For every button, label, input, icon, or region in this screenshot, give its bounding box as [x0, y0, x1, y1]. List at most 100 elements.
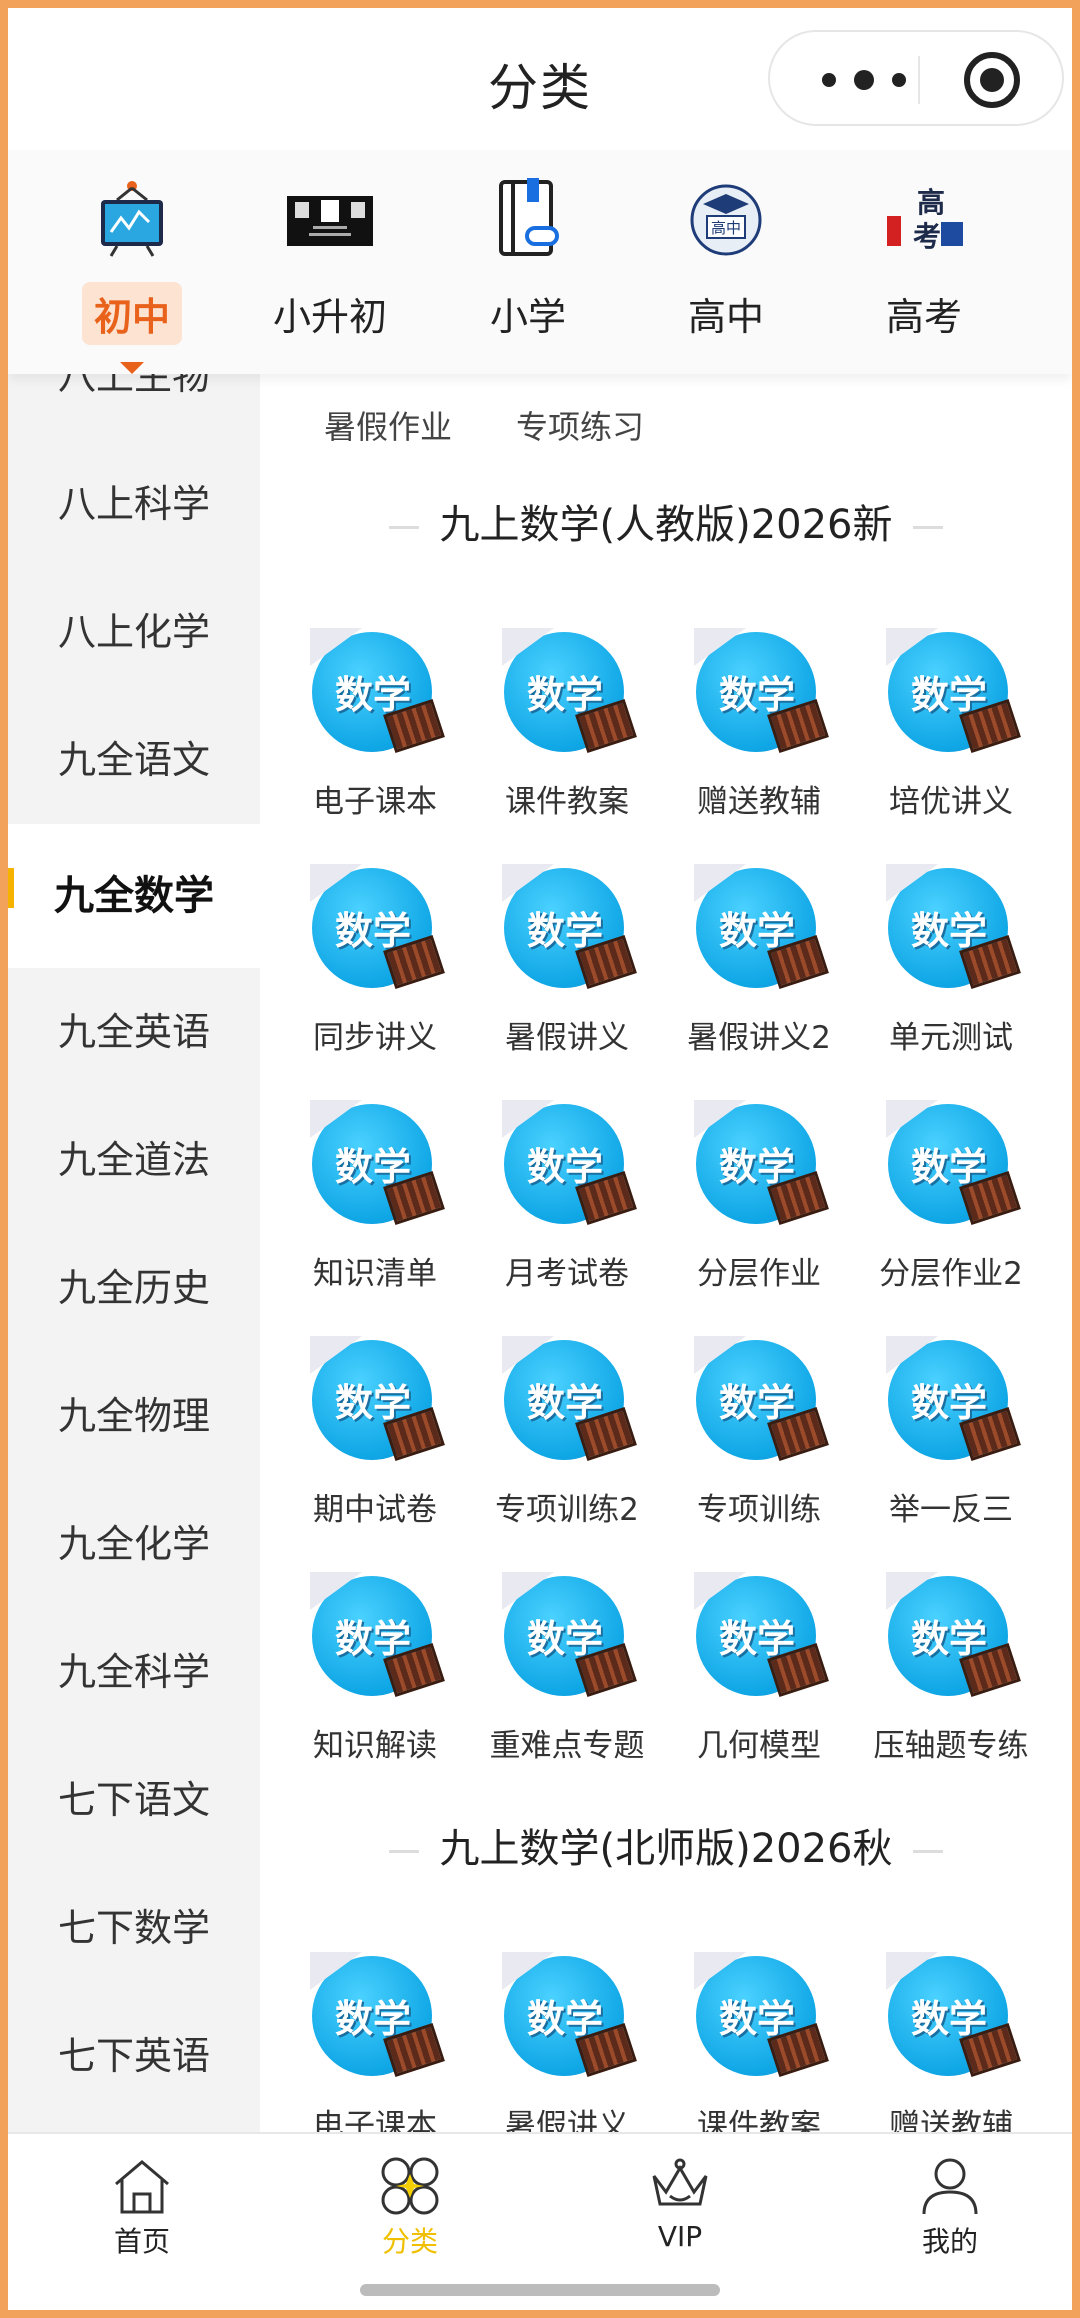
resource-tile[interactable]: 数学 单元测试	[856, 862, 1046, 1062]
resource-tile[interactable]: 数学 课件教案	[664, 1950, 854, 2132]
math-subject-icon: 数学	[308, 626, 445, 760]
resource-tile[interactable]: 数学 分层作业	[664, 1098, 854, 1298]
resource-tile-label: 专项训练2	[495, 1492, 639, 1528]
capsule-divider	[918, 56, 920, 104]
top-category-label: 高考	[885, 295, 962, 339]
top-category-label: 小升初	[272, 295, 387, 339]
math-subject-icon: 数学	[500, 862, 637, 996]
resource-tile-label: 几何模型	[697, 1728, 821, 1764]
title-divider	[389, 1849, 420, 1853]
math-subject-icon: 数学	[692, 1950, 829, 2084]
more-icon[interactable]	[820, 62, 910, 98]
resource-tile[interactable]: 数学 分层作业2	[856, 1098, 1046, 1298]
resource-tile[interactable]: 数学专项训练2	[472, 1334, 662, 1534]
resource-tile-label: 课件教案	[505, 784, 629, 820]
sidebar-item[interactable]: 八上化学	[8, 568, 260, 696]
resource-tile[interactable]: 数学 暑假讲义	[472, 1950, 662, 2132]
resource-tile[interactable]: 数学 期中试卷	[280, 1334, 470, 1534]
top-category-gaokao[interactable]: 高 考 高考	[834, 178, 1014, 368]
svg-text:考: 考	[913, 220, 941, 253]
home-icon	[115, 2160, 169, 2214]
resource-tile-label: 电子课本	[313, 2108, 437, 2132]
svg-text:高中: 高中	[711, 219, 741, 237]
chip-special-practice[interactable]: 专项练习	[516, 402, 644, 448]
sidebar-item[interactable]: 九全语文	[8, 696, 260, 824]
sidebar-item[interactable]: 九全历史	[8, 1224, 260, 1352]
resource-tile-label: 培优讲义	[889, 784, 1013, 820]
content-panel[interactable]: 暑假作业 专项练习 九上数学(人教版)2026新 数学 电子课本 数学 课件教案 数学赠…	[260, 374, 1072, 2132]
math-subject-icon: 数学	[500, 1570, 637, 1704]
resource-tile-label: 重难点专题	[489, 1728, 645, 1764]
resource-tile[interactable]: 数学 电子课本	[280, 626, 470, 826]
resource-tile-label: 课件教案	[697, 2108, 821, 2132]
graduation-cap-icon: 高中	[690, 184, 762, 256]
title-divider	[912, 1849, 943, 1853]
math-subject-icon: 数学	[308, 1950, 445, 2084]
math-subject-icon: 数学	[308, 1334, 445, 1468]
top-category-primary-to-junior[interactable]: 小升初	[240, 178, 420, 368]
top-category-senior-high[interactable]: 高中 高中	[636, 178, 816, 368]
sidebar-item-active[interactable]: 九全数学	[8, 824, 260, 968]
sidebar-item[interactable]: 九全英语	[8, 968, 260, 1096]
math-subject-icon: 数学	[500, 1334, 637, 1468]
resource-tile-label: 举一反三	[889, 1492, 1013, 1528]
math-subject-icon: 数学	[500, 1950, 637, 2084]
resource-tile[interactable]: 数学 压轴题专练	[856, 1570, 1046, 1770]
math-subject-icon: 数学	[308, 1570, 445, 1704]
resource-tile[interactable]: 数学 赠送教辅	[856, 1950, 1046, 2132]
tab-home[interactable]: 首页	[42, 2154, 242, 2264]
sidebar-item[interactable]: 七下数学	[8, 1864, 260, 1992]
sidebar-item[interactable]: 七下语文	[8, 1736, 260, 1864]
tab-vip[interactable]: VIP	[580, 2154, 780, 2264]
resource-tile[interactable]: 数学 培优讲义	[856, 626, 1046, 826]
resource-tile[interactable]: 数学 电子课本	[280, 1950, 470, 2132]
bottom-tab-bar: 首页 分类 VIP 我的	[8, 2132, 1072, 2272]
resource-tile[interactable]: 数学 重难点专题	[472, 1570, 662, 1770]
section-title: 九上数学(北师版)2026秋	[260, 1816, 1072, 1874]
top-category-label: 小学	[489, 295, 566, 339]
home-indicator	[360, 2284, 720, 2296]
book-link-icon	[499, 178, 559, 256]
sidebar-item[interactable]: 九全物理	[8, 1352, 260, 1480]
top-category-primary[interactable]: 小学	[438, 178, 618, 368]
resource-tile[interactable]: 数学 暑假讲义2	[664, 862, 854, 1062]
resource-tile[interactable]: 数学 几何模型	[664, 1570, 854, 1770]
resource-tile[interactable]: 数学 暑假讲义	[472, 862, 662, 1062]
tab-category[interactable]: 分类	[310, 2154, 510, 2264]
resource-tile-label: 知识解读	[313, 1728, 437, 1764]
resource-tile[interactable]: 数学 知识清单	[280, 1098, 470, 1298]
active-caret-icon	[120, 362, 144, 374]
resource-tile[interactable]: 数学 月考试卷	[472, 1098, 662, 1298]
resource-tile[interactable]: 数学 知识解读	[280, 1570, 470, 1770]
math-subject-icon: 数学	[692, 1098, 829, 1232]
resource-tile-label: 分层作业2	[879, 1256, 1023, 1292]
top-category-junior-high[interactable]: 初中	[42, 178, 222, 374]
sidebar-item[interactable]: 八上科学	[8, 440, 260, 568]
resource-tile[interactable]: 数学 赠送教辅	[664, 626, 854, 826]
resource-tile[interactable]: 数学 课件教案	[472, 626, 662, 826]
top-category-label: 高中	[687, 295, 764, 339]
app-frame: 分类 初中 小升初 小学 高中 高中 高 考 高考 八上生物 八上科学 八上化学…	[8, 8, 1072, 2310]
resource-tile-label: 专项训练	[697, 1492, 821, 1528]
tab-mine[interactable]: 我的	[850, 2154, 1050, 2264]
section-title: 九上数学(人教版)2026新	[260, 492, 1072, 550]
sidebar-item[interactable]: 七下英语	[8, 1992, 260, 2120]
sidebar-item[interactable]: 八上生物	[8, 374, 260, 440]
sidebar-item[interactable]: 九全科学	[8, 1608, 260, 1736]
tab-label: 分类	[381, 2225, 438, 2258]
poster-icon	[287, 196, 373, 246]
subject-sidebar[interactable]: 八上生物 八上科学 八上化学 九全语文 九全数学 九全英语 九全道法 九全历史 …	[8, 374, 260, 2132]
resource-tile[interactable]: 数学 同步讲义	[280, 862, 470, 1062]
close-miniprogram-icon[interactable]	[964, 52, 1020, 108]
chip-summer-homework[interactable]: 暑假作业	[324, 402, 452, 448]
resource-tile[interactable]: 数学 专项训练	[664, 1334, 854, 1534]
category-icon	[381, 2157, 439, 2215]
gaokao-icon: 高 考	[887, 186, 963, 253]
resource-tile-label: 期中试卷	[313, 1492, 437, 1528]
sidebar-item[interactable]: 九全化学	[8, 1480, 260, 1608]
sidebar-item[interactable]: 九全道法	[8, 1096, 260, 1224]
resource-tile-label: 暑假讲义	[505, 1020, 629, 1056]
resource-tile[interactable]: 数学 举一反三	[856, 1334, 1046, 1534]
resource-tile-label: 赠送教辅	[889, 2108, 1013, 2132]
crown-icon	[652, 2158, 708, 2206]
